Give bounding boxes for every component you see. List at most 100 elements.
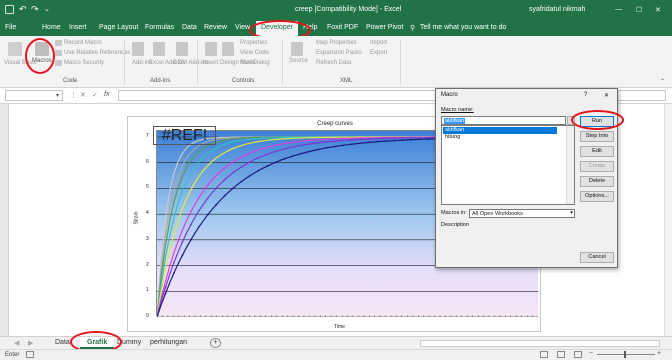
series-point xyxy=(350,139,353,141)
tab-data[interactable]: Data xyxy=(182,24,197,31)
view-code-button[interactable]: View Code xyxy=(240,50,269,56)
source-button[interactable]: Source xyxy=(289,58,308,64)
series-point xyxy=(283,158,285,160)
delete-button[interactable]: Delete xyxy=(580,176,614,187)
macro-security-icon xyxy=(55,60,62,66)
options-button[interactable]: Options... xyxy=(580,191,614,202)
zoom-in-icon[interactable]: + xyxy=(657,350,661,357)
series-point xyxy=(325,141,328,143)
undo-icon[interactable]: ↶ xyxy=(19,4,27,15)
dialog-close-icon[interactable]: ✕ xyxy=(604,92,609,99)
series-point xyxy=(401,139,404,141)
confirm-entry-icon[interactable]: ✓ xyxy=(92,91,98,99)
step-into-button[interactable]: Step Into xyxy=(580,131,614,142)
redo-icon[interactable]: ↷ xyxy=(31,4,39,15)
series-point xyxy=(223,178,226,181)
sheet-tab-data[interactable]: Data xyxy=(55,339,70,346)
horizontal-scrollbar[interactable] xyxy=(420,340,660,347)
minimize-icon[interactable]: — xyxy=(615,6,622,13)
page-layout-view-icon[interactable] xyxy=(557,351,565,358)
create-button: Create xyxy=(580,161,614,172)
insert-control-button[interactable]: Insert xyxy=(203,60,218,66)
run-button[interactable]: Run xyxy=(580,116,614,127)
design-mode-icon[interactable] xyxy=(222,42,234,56)
name-box[interactable]: ▾ xyxy=(5,90,63,101)
tab-help[interactable]: Help xyxy=(303,24,317,31)
insert-control-icon[interactable] xyxy=(205,42,217,56)
macro-recording-icon[interactable] xyxy=(26,351,34,358)
export-button[interactable]: Export xyxy=(370,50,387,56)
com-addins-icon[interactable] xyxy=(176,42,188,56)
macros-in-dropdown-icon[interactable]: ▾ xyxy=(570,210,573,216)
tab-page-layout[interactable]: Page Layout xyxy=(99,24,138,31)
next-sheet-icon[interactable]: ▶ xyxy=(28,339,33,347)
tab-insert[interactable]: Insert xyxy=(69,24,87,31)
macro-list[interactable]: aktifkan hitung xyxy=(441,125,575,205)
customize-qat-icon[interactable]: ⌄ xyxy=(44,5,50,13)
save-icon[interactable] xyxy=(5,5,14,14)
macro-name-input[interactable]: aktifkan xyxy=(441,116,566,125)
import-button[interactable]: Import xyxy=(370,40,387,46)
macro-security-button[interactable]: Macro Security xyxy=(64,60,104,66)
close-window-icon[interactable]: ✕ xyxy=(655,6,661,14)
macros-in-select[interactable]: All Open Workbooks ▾ xyxy=(469,209,575,218)
cancel-entry-icon[interactable]: ✕ xyxy=(80,91,86,99)
macros-button[interactable]: Macros xyxy=(32,58,52,64)
name-box-dropdown-icon[interactable]: ▾ xyxy=(56,92,59,99)
macro-list-item-hitung[interactable]: hitung xyxy=(443,134,557,141)
run-dialog-button[interactable]: Run Dialog xyxy=(240,60,270,66)
excel-addins-icon[interactable] xyxy=(153,42,165,56)
tab-home[interactable]: Home xyxy=(42,24,61,31)
macro-list-item-aktifkan[interactable]: aktifkan xyxy=(443,127,557,134)
tab-developer[interactable]: Developer xyxy=(256,21,298,36)
macro-list-scrollbar[interactable] xyxy=(566,126,574,204)
more-icon: ⋮ xyxy=(70,92,77,99)
help-icon[interactable]: ? xyxy=(584,92,587,98)
sheet-tab-perhitungan[interactable]: perhitungan xyxy=(150,339,187,346)
maximize-icon[interactable]: ☐ xyxy=(636,6,642,14)
refresh-data-button[interactable]: Refresh Data xyxy=(316,60,351,66)
tab-view[interactable]: View xyxy=(235,24,250,31)
add-sheet-icon[interactable]: + xyxy=(210,338,221,348)
zoom-slider[interactable] xyxy=(597,354,655,355)
macro-picker-icon[interactable] xyxy=(567,116,575,125)
ref-error-textbox[interactable]: #REF! xyxy=(153,126,216,145)
macros-in-label: Macros in: xyxy=(441,210,467,216)
description-label: Description xyxy=(441,222,469,228)
collapse-ribbon-icon[interactable]: ⌃ xyxy=(660,78,665,85)
row-headers xyxy=(0,104,9,336)
tab-formulas[interactable]: Formulas xyxy=(145,24,174,31)
tab-foxit-pdf[interactable]: Foxit PDF xyxy=(327,24,358,31)
tab-review[interactable]: Review xyxy=(204,24,227,31)
tab-file[interactable]: File xyxy=(5,24,16,31)
tab-power-pivot[interactable]: Power Pivot xyxy=(366,24,403,31)
vertical-scrollbar[interactable] xyxy=(664,104,672,336)
series-point xyxy=(300,152,302,155)
map-properties-button[interactable]: Map Properties xyxy=(316,40,357,46)
sheet-tab-dummy[interactable]: Dummy xyxy=(117,339,141,346)
tell-me-search[interactable]: Tell me what you want to do xyxy=(420,24,506,31)
properties-button[interactable]: Properties xyxy=(240,40,267,46)
y-tick-label: 7 xyxy=(146,133,149,139)
zoom-slider-thumb[interactable] xyxy=(624,351,626,358)
record-macro-button[interactable]: Record Macro xyxy=(64,40,102,46)
page-break-view-icon[interactable] xyxy=(574,351,582,358)
normal-view-icon[interactable] xyxy=(540,351,548,358)
visual-basic-icon[interactable] xyxy=(8,42,22,56)
sheet-tab-grafik[interactable]: Grafik xyxy=(80,337,115,349)
macros-icon[interactable] xyxy=(35,42,49,56)
series-point xyxy=(427,138,429,140)
relative-references-button[interactable]: Use Relative References xyxy=(64,50,130,56)
zoom-out-icon[interactable]: − xyxy=(589,350,593,357)
group-separator xyxy=(282,40,283,84)
addins-icon[interactable] xyxy=(132,42,144,56)
expansion-packs-button[interactable]: Expansion Packs xyxy=(316,50,362,56)
series-point xyxy=(342,139,345,142)
edit-button[interactable]: Edit xyxy=(580,146,614,157)
prev-sheet-icon[interactable]: ◀ xyxy=(14,339,19,347)
series-point xyxy=(418,136,421,139)
cancel-button[interactable]: Cancel xyxy=(580,252,614,263)
insert-function-icon[interactable]: fx xyxy=(104,91,109,98)
user-name[interactable]: syafridatul nikmah xyxy=(529,6,585,13)
source-icon[interactable] xyxy=(291,42,303,56)
